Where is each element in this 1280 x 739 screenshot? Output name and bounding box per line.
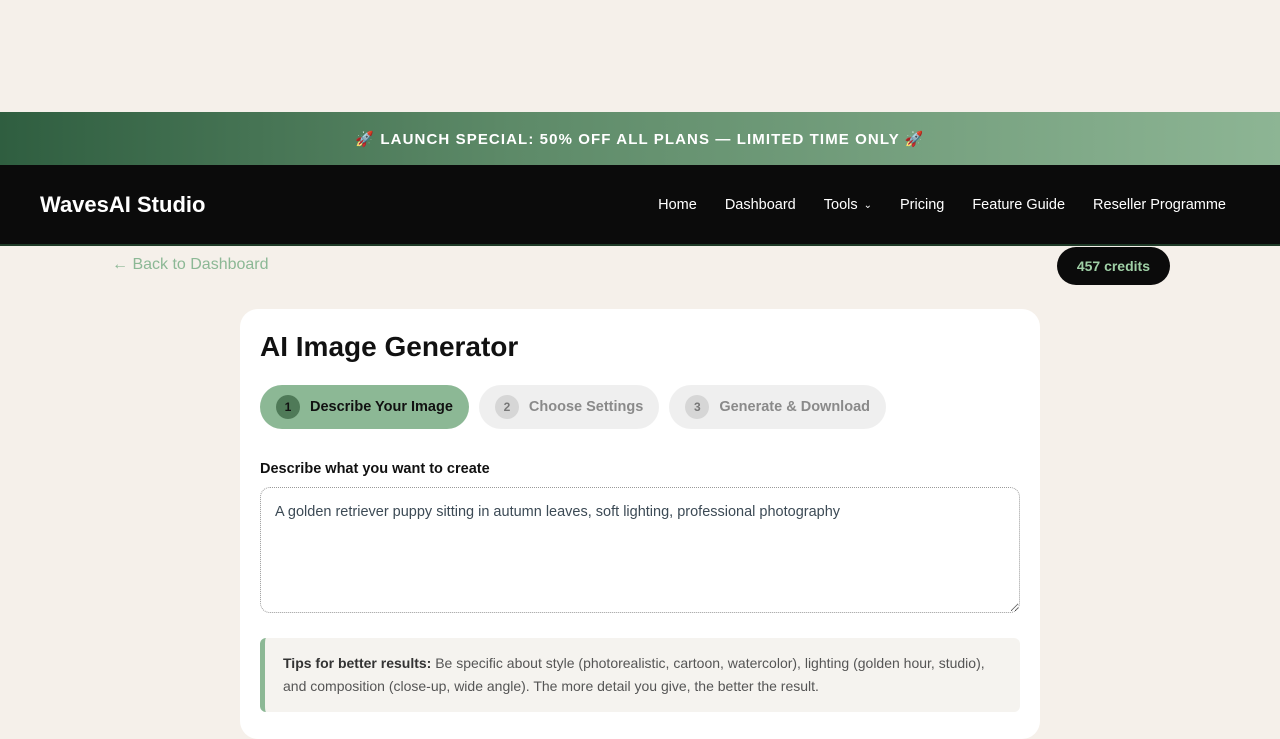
promo-text: 🚀 LAUNCH SPECIAL: 50% OFF ALL PLANS — LI… bbox=[355, 130, 925, 148]
chevron-down-icon: ⌄ bbox=[863, 200, 872, 211]
step-settings[interactable]: 2 Choose Settings bbox=[478, 385, 660, 429]
step-number: 1 bbox=[276, 395, 300, 419]
tips-box: Tips for better results: Be specific abo… bbox=[260, 638, 1020, 712]
step-label: Choose Settings bbox=[528, 399, 644, 415]
nav-pricing[interactable]: Pricing bbox=[900, 197, 944, 213]
step-label: Describe Your Image bbox=[310, 399, 453, 415]
top-spacer bbox=[0, 0, 1280, 112]
sub-bar: ← Back to Dashboard 457 credits bbox=[0, 246, 1280, 310]
tips-title: Tips for better results: bbox=[283, 655, 432, 671]
generator-card: AI Image Generator 1 Describe Your Image… bbox=[240, 309, 1040, 739]
prompt-input[interactable]: A golden retriever puppy sitting in autu… bbox=[260, 487, 1020, 613]
nav-feature-guide[interactable]: Feature Guide bbox=[972, 197, 1065, 213]
step-label: Generate & Download bbox=[719, 399, 870, 415]
nav-home[interactable]: Home bbox=[658, 197, 697, 213]
nav-reseller-programme[interactable]: Reseller Programme bbox=[1093, 197, 1226, 213]
step-describe[interactable]: 1 Describe Your Image bbox=[260, 385, 469, 429]
promo-banner: 🚀 LAUNCH SPECIAL: 50% OFF ALL PLANS — LI… bbox=[0, 112, 1280, 165]
prompt-label: Describe what you want to create bbox=[260, 461, 490, 477]
nav-tools-label: Tools bbox=[823, 196, 858, 213]
page-title: AI Image Generator bbox=[260, 331, 519, 362]
main-navbar: WavesAI Studio Home Dashboard Tools ⌄ Pr… bbox=[0, 165, 1280, 246]
credits-badge: 457 credits bbox=[1056, 247, 1170, 285]
step-number: 3 bbox=[685, 395, 710, 419]
back-to-dashboard-link[interactable]: ← Back to Dashboard bbox=[112, 256, 269, 274]
step-number: 2 bbox=[494, 395, 519, 419]
nav-tools-dropdown[interactable]: Tools ⌄ bbox=[824, 197, 872, 213]
step-generate[interactable]: 3 Generate & Download bbox=[669, 385, 886, 429]
brand-logo[interactable]: WavesAI Studio bbox=[40, 192, 205, 218]
step-indicator: 1 Describe Your Image 2 Choose Settings … bbox=[260, 385, 1020, 429]
nav-links: Home Dashboard Tools ⌄ Pricing Feature G… bbox=[658, 197, 1226, 213]
nav-dashboard[interactable]: Dashboard bbox=[725, 197, 796, 213]
